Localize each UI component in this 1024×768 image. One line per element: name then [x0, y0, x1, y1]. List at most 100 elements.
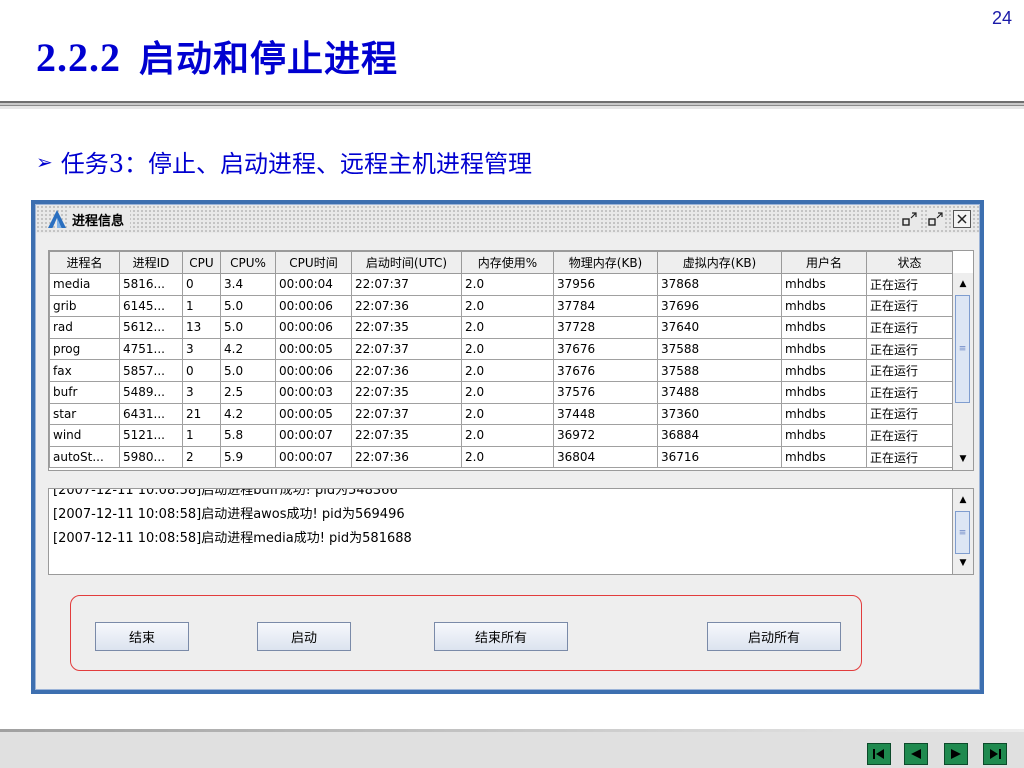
log-scroll-thumb[interactable]: ≡	[955, 511, 970, 554]
table-row[interactable]: fax 5857... 0 5.0 00:00:06 22:07:36 2.0 37676 37…	[49, 359, 953, 382]
table-cell: 37868	[657, 273, 782, 296]
table-cell: 37588	[657, 337, 782, 361]
close-icon[interactable]	[953, 210, 971, 228]
process-table-body: media 5816... 0 3.4 00:00:04 22:07:37 2.0 37956…	[49, 273, 953, 469]
table-cell: 2.0	[461, 402, 554, 426]
table-cell: 00:00:05	[275, 402, 352, 426]
table-cell: mhdbs	[781, 273, 867, 296]
column-header[interactable]: CPU时间	[275, 251, 352, 274]
table-cell: mhdbs	[781, 337, 867, 361]
table-cell: 5980...	[119, 445, 183, 469]
column-header[interactable]: 虚拟内存(KB)	[657, 251, 782, 274]
table-scrollbar[interactable]: ▲ ≡ ▼	[952, 273, 973, 470]
table-scroll-thumb[interactable]: ≡	[955, 295, 970, 403]
log-output-area[interactable]: [2007-12-11 10:08:58]启动进程bufr成功! pid为548…	[48, 488, 974, 575]
log-scrollbar[interactable]: ▲ ≡ ▼	[952, 489, 973, 574]
table-cell: 3	[182, 380, 221, 404]
table-cell: 36884	[657, 424, 782, 447]
table-row[interactable]: media 5816... 0 3.4 00:00:04 22:07:37 2.0 37956…	[49, 273, 953, 296]
log-line: [2007-12-11 10:08:58]启动进程awos成功! pid为569…	[53, 507, 405, 522]
start-all-button[interactable]: 启动所有	[707, 622, 841, 651]
table-cell: mhdbs	[781, 445, 867, 469]
scroll-up-icon[interactable]: ▲	[954, 275, 972, 293]
table-row[interactable]: rad 5612... 13 5.0 00:00:06 22:07:35 2.0 37728 3…	[49, 316, 953, 339]
table-cell: 6431...	[119, 402, 183, 426]
column-header[interactable]: 进程ID	[119, 251, 183, 274]
scroll-down-icon[interactable]: ▼	[954, 554, 972, 572]
table-cell: 1	[182, 424, 221, 447]
table-cell: mhdbs	[781, 402, 867, 426]
stop-all-button[interactable]: 结束所有	[434, 622, 568, 651]
slide-title-number: 2.2.2	[36, 35, 121, 80]
table-cell: 2.0	[461, 273, 554, 296]
column-header[interactable]: CPU	[182, 251, 221, 274]
table-cell: 正在运行	[866, 273, 953, 296]
table-cell: 00:00:05	[275, 337, 352, 361]
window-body: 进程信息 进程名 进程ID CPU CPU% CPU时间 启动时间(UTC) 内…	[35, 204, 980, 690]
table-cell: rad	[49, 316, 120, 339]
window-titlebar[interactable]: 进程信息	[36, 205, 979, 233]
table-cell: 5.0	[220, 316, 276, 339]
column-header[interactable]: 启动时间(UTC)	[351, 251, 462, 274]
table-row[interactable]: star 6431... 21 4.2 00:00:05 22:07:37 2.0 37448…	[49, 402, 953, 426]
stop-button[interactable]: 结束	[95, 622, 189, 651]
table-cell: 5.0	[220, 359, 276, 382]
table-cell: 00:00:04	[275, 273, 352, 296]
table-row[interactable]: autoSt... 5980... 2 5.9 00:00:07 22:07:36 2.0 3…	[49, 445, 953, 469]
log-line: [2007-12-11 10:08:58]启动进程bufr成功! pid为548…	[53, 488, 398, 498]
column-header[interactable]: 物理内存(KB)	[553, 251, 658, 274]
table-cell: 00:00:06	[275, 294, 352, 318]
window-title: 进程信息	[68, 209, 131, 229]
table-row[interactable]: prog 4751... 3 4.2 00:00:05 22:07:37 2.0 37676 3…	[49, 337, 953, 361]
table-cell: 2.5	[220, 380, 276, 404]
table-cell: 21	[182, 402, 221, 426]
column-header[interactable]: 内存使用%	[461, 251, 554, 274]
table-cell: mhdbs	[781, 316, 867, 339]
table-row[interactable]: grib 6145... 1 5.0 00:00:06 22:07:36 2.0 37784 3…	[49, 294, 953, 318]
first-page-icon[interactable]	[867, 743, 891, 765]
table-cell: 6145...	[119, 294, 183, 318]
table-cell: 正在运行	[866, 337, 953, 361]
table-cell: 37576	[553, 380, 658, 404]
column-header[interactable]: CPU%	[220, 251, 276, 274]
table-cell: 37784	[553, 294, 658, 318]
column-header[interactable]: 用户名	[781, 251, 867, 274]
process-table: 进程名 进程ID CPU CPU% CPU时间 启动时间(UTC) 内存使用% …	[49, 251, 953, 469]
table-cell: 00:00:06	[275, 316, 352, 339]
column-header[interactable]: 进程名	[49, 251, 120, 274]
table-cell: 36972	[553, 424, 658, 447]
footer-divider	[0, 729, 1024, 732]
scroll-up-icon[interactable]: ▲	[954, 491, 972, 509]
table-cell: prog	[49, 337, 120, 361]
scroll-down-icon[interactable]: ▼	[954, 450, 972, 468]
table-header-row: 进程名 进程ID CPU CPU% CPU时间 启动时间(UTC) 内存使用% …	[49, 251, 953, 274]
column-header[interactable]: 状态	[866, 251, 953, 274]
table-cell: 5.0	[220, 294, 276, 318]
a-logo-icon	[48, 210, 66, 228]
table-cell: 正在运行	[866, 316, 953, 339]
start-button[interactable]: 启动	[257, 622, 351, 651]
table-cell: 4.2	[220, 337, 276, 361]
next-page-icon[interactable]	[944, 743, 968, 765]
table-row[interactable]: wind 5121... 1 5.8 00:00:07 22:07:35 2.0 36972 3…	[49, 424, 953, 447]
table-cell: 37676	[553, 359, 658, 382]
last-page-icon[interactable]	[983, 743, 1007, 765]
table-cell: 2.0	[461, 316, 554, 339]
table-row[interactable]: bufr 5489... 3 2.5 00:00:03 22:07:35 2.0 37576 3…	[49, 380, 953, 404]
table-cell: 00:00:07	[275, 424, 352, 447]
restore-icon[interactable]	[901, 210, 919, 228]
table-cell: 37956	[553, 273, 658, 296]
slide-title-text: 启动和停止进程	[139, 38, 399, 80]
table-cell: grib	[49, 294, 120, 318]
table-cell: 正在运行	[866, 380, 953, 404]
table-cell: 5489...	[119, 380, 183, 404]
title-divider	[0, 101, 1024, 109]
prev-page-icon[interactable]	[904, 743, 928, 765]
table-cell: 5612...	[119, 316, 183, 339]
maximize-icon[interactable]	[927, 210, 945, 228]
table-cell: 2.0	[461, 424, 554, 447]
table-cell: 5857...	[119, 359, 183, 382]
slide-subtitle: 任务3：停止、启动进程、远程主机进程管理	[60, 150, 533, 178]
action-button-group: 结束 启动 结束所有 启动所有	[70, 595, 862, 671]
table-cell: 37728	[553, 316, 658, 339]
